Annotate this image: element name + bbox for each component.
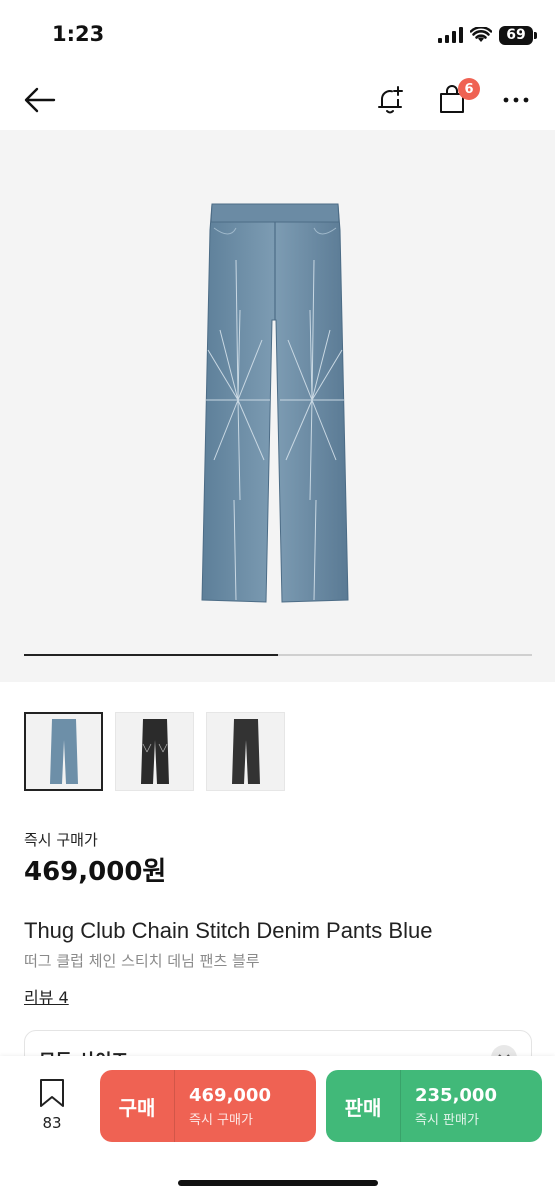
product-subtitle: 떠그 클럽 체인 스티치 데님 팬츠 블루: [24, 952, 260, 970]
status-icons: 69: [438, 24, 537, 46]
thumbnail-black[interactable]: [206, 712, 285, 791]
buy-info: 469,000 즉시 구매가: [175, 1085, 271, 1128]
sell-amount: 235,000: [415, 1084, 497, 1106]
buy-amount: 469,000: [189, 1084, 271, 1106]
thumbnail-black-stitch[interactable]: [115, 712, 194, 791]
sell-button[interactable]: 판매 235,000 즉시 판매가: [326, 1070, 542, 1142]
bookmark-icon: [40, 1079, 64, 1107]
bell-plus-icon: [378, 86, 403, 114]
wishlist-button[interactable]: 83: [32, 1078, 72, 1138]
carousel-progress: [24, 654, 532, 656]
review-link[interactable]: 리뷰 4: [24, 984, 69, 1008]
buy-sub: 즉시 구매가: [189, 1112, 253, 1128]
product-image-carousel[interactable]: [0, 130, 555, 682]
alert-button[interactable]: [368, 78, 412, 122]
product-price: 469,000원: [24, 857, 167, 887]
back-button[interactable]: [18, 78, 62, 122]
price-label: 즉시 구매가: [24, 831, 98, 849]
more-button[interactable]: [494, 78, 538, 122]
sell-info: 235,000 즉시 판매가: [401, 1085, 497, 1128]
battery-icon: 69: [499, 25, 537, 45]
carousel-progress-fill: [24, 654, 278, 656]
top-nav: 6: [0, 70, 555, 130]
buy-button[interactable]: 구매 469,000 즉시 구매가: [100, 1070, 316, 1142]
more-icon: [503, 97, 529, 103]
signal-icon: [438, 27, 463, 43]
thumbnail-strip: [24, 712, 285, 791]
product-image: [201, 203, 349, 603]
status-time: 1:23: [52, 22, 105, 46]
thumbnail-image: [231, 718, 260, 784]
status-bar: 1:23 69: [0, 0, 555, 68]
sell-sub: 즉시 판매가: [415, 1112, 479, 1128]
back-arrow-icon: [24, 87, 56, 113]
battery-level: 69: [506, 27, 526, 43]
wishlist-count: 83: [42, 1114, 62, 1132]
sell-label: 판매: [344, 1095, 382, 1120]
buy-label: 구매: [118, 1095, 156, 1120]
bottom-action-bar: 83 구매 469,000 즉시 구매가 판매 235,000 즉시 판매가: [0, 1056, 555, 1200]
wifi-icon: [470, 27, 492, 42]
thumbnail-image: [49, 718, 78, 784]
cart-badge: 6: [458, 78, 480, 100]
thumbnail-image: [140, 718, 169, 784]
thumbnail-blue[interactable]: [24, 712, 103, 791]
home-indicator: [178, 1180, 378, 1186]
product-title: Thug Club Chain Stitch Denim Pants Blue: [24, 918, 433, 943]
